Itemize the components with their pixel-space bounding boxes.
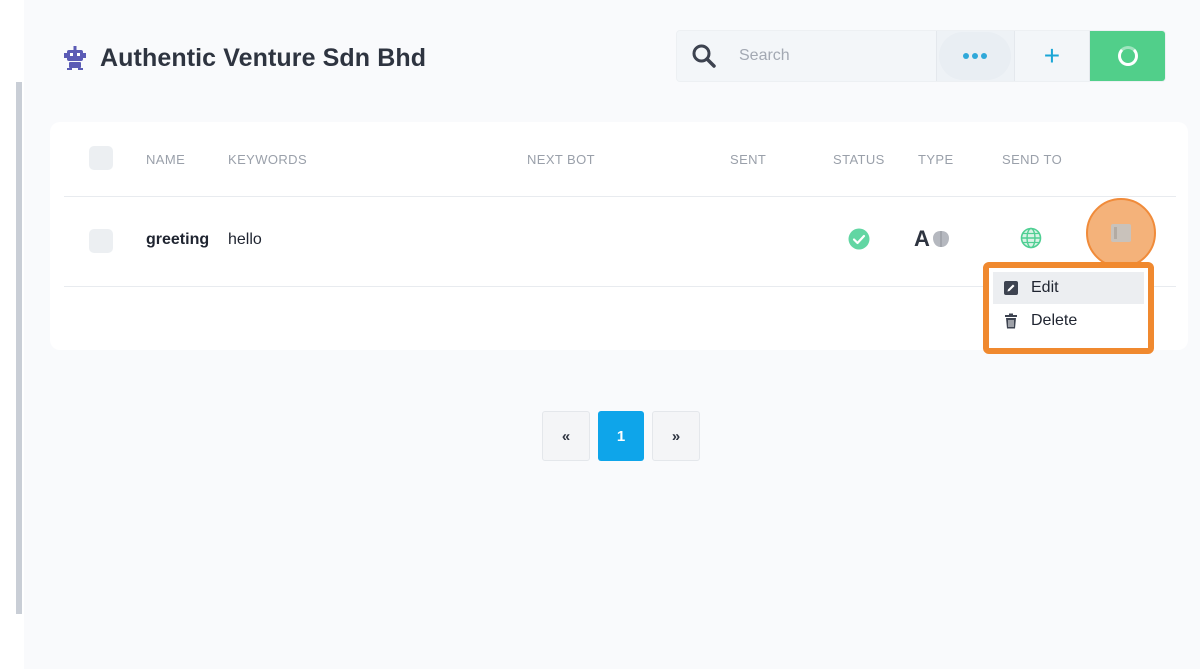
prev-page-button[interactable]: « [542,411,590,461]
column-send-to: SEND TO [1002,152,1063,167]
column-next-bot: NEXT BOT [527,152,595,167]
brain-icon [932,231,949,247]
menu-item-edit[interactable]: Edit [993,272,1144,304]
robot-icon [64,46,86,70]
row-keywords: hello [228,231,262,248]
trash-icon [1005,313,1017,329]
column-keywords: KEYWORDS [228,152,308,167]
column-name: NAME [146,152,186,167]
globe-icon [1020,227,1042,249]
column-sent: SENT [730,152,767,167]
row-actions-button[interactable] [1086,198,1156,268]
page-title: Authentic Venture Sdn Bhd [100,43,427,72]
menu-item-delete-label: Delete [1031,312,1078,329]
more-options-button[interactable] [935,31,1014,81]
plus-icon: + [1043,40,1061,71]
actions-menu-icon [1111,224,1131,242]
row-checkbox[interactable] [89,229,113,253]
page-1-button[interactable]: 1 [598,411,644,461]
search-box[interactable] [677,31,936,81]
select-all-checkbox[interactable] [89,146,113,170]
menu-item-delete[interactable]: Delete [993,305,1144,337]
next-page-button[interactable]: » [652,411,700,461]
sidebar-scrollbar[interactable] [16,82,22,614]
page-header: Authentic Venture Sdn Bhd [62,40,426,76]
toolbar: + [676,30,1166,82]
row-name[interactable]: greeting [146,231,209,249]
type-letter: A [914,226,930,251]
column-status: STATUS [833,152,885,167]
pagination: « 1 » [542,411,700,461]
search-input[interactable] [737,46,921,66]
menu-item-edit-label: Edit [1031,279,1059,296]
column-type: TYPE [918,152,954,167]
search-icon [692,44,716,68]
more-dots-icon [939,32,1012,80]
refresh-icon [1117,46,1138,66]
edit-icon [1004,281,1018,295]
refresh-button[interactable] [1089,31,1165,81]
row-actions-menu: Edit Delete [983,262,1154,354]
add-bot-button[interactable]: + [1013,31,1090,81]
left-rail [0,0,24,669]
check-circle-icon [848,228,870,250]
type-indicator: A [914,226,952,252]
table-header: NAME KEYWORDS NEXT BOT SENT STATUS TYPE … [64,122,1176,197]
